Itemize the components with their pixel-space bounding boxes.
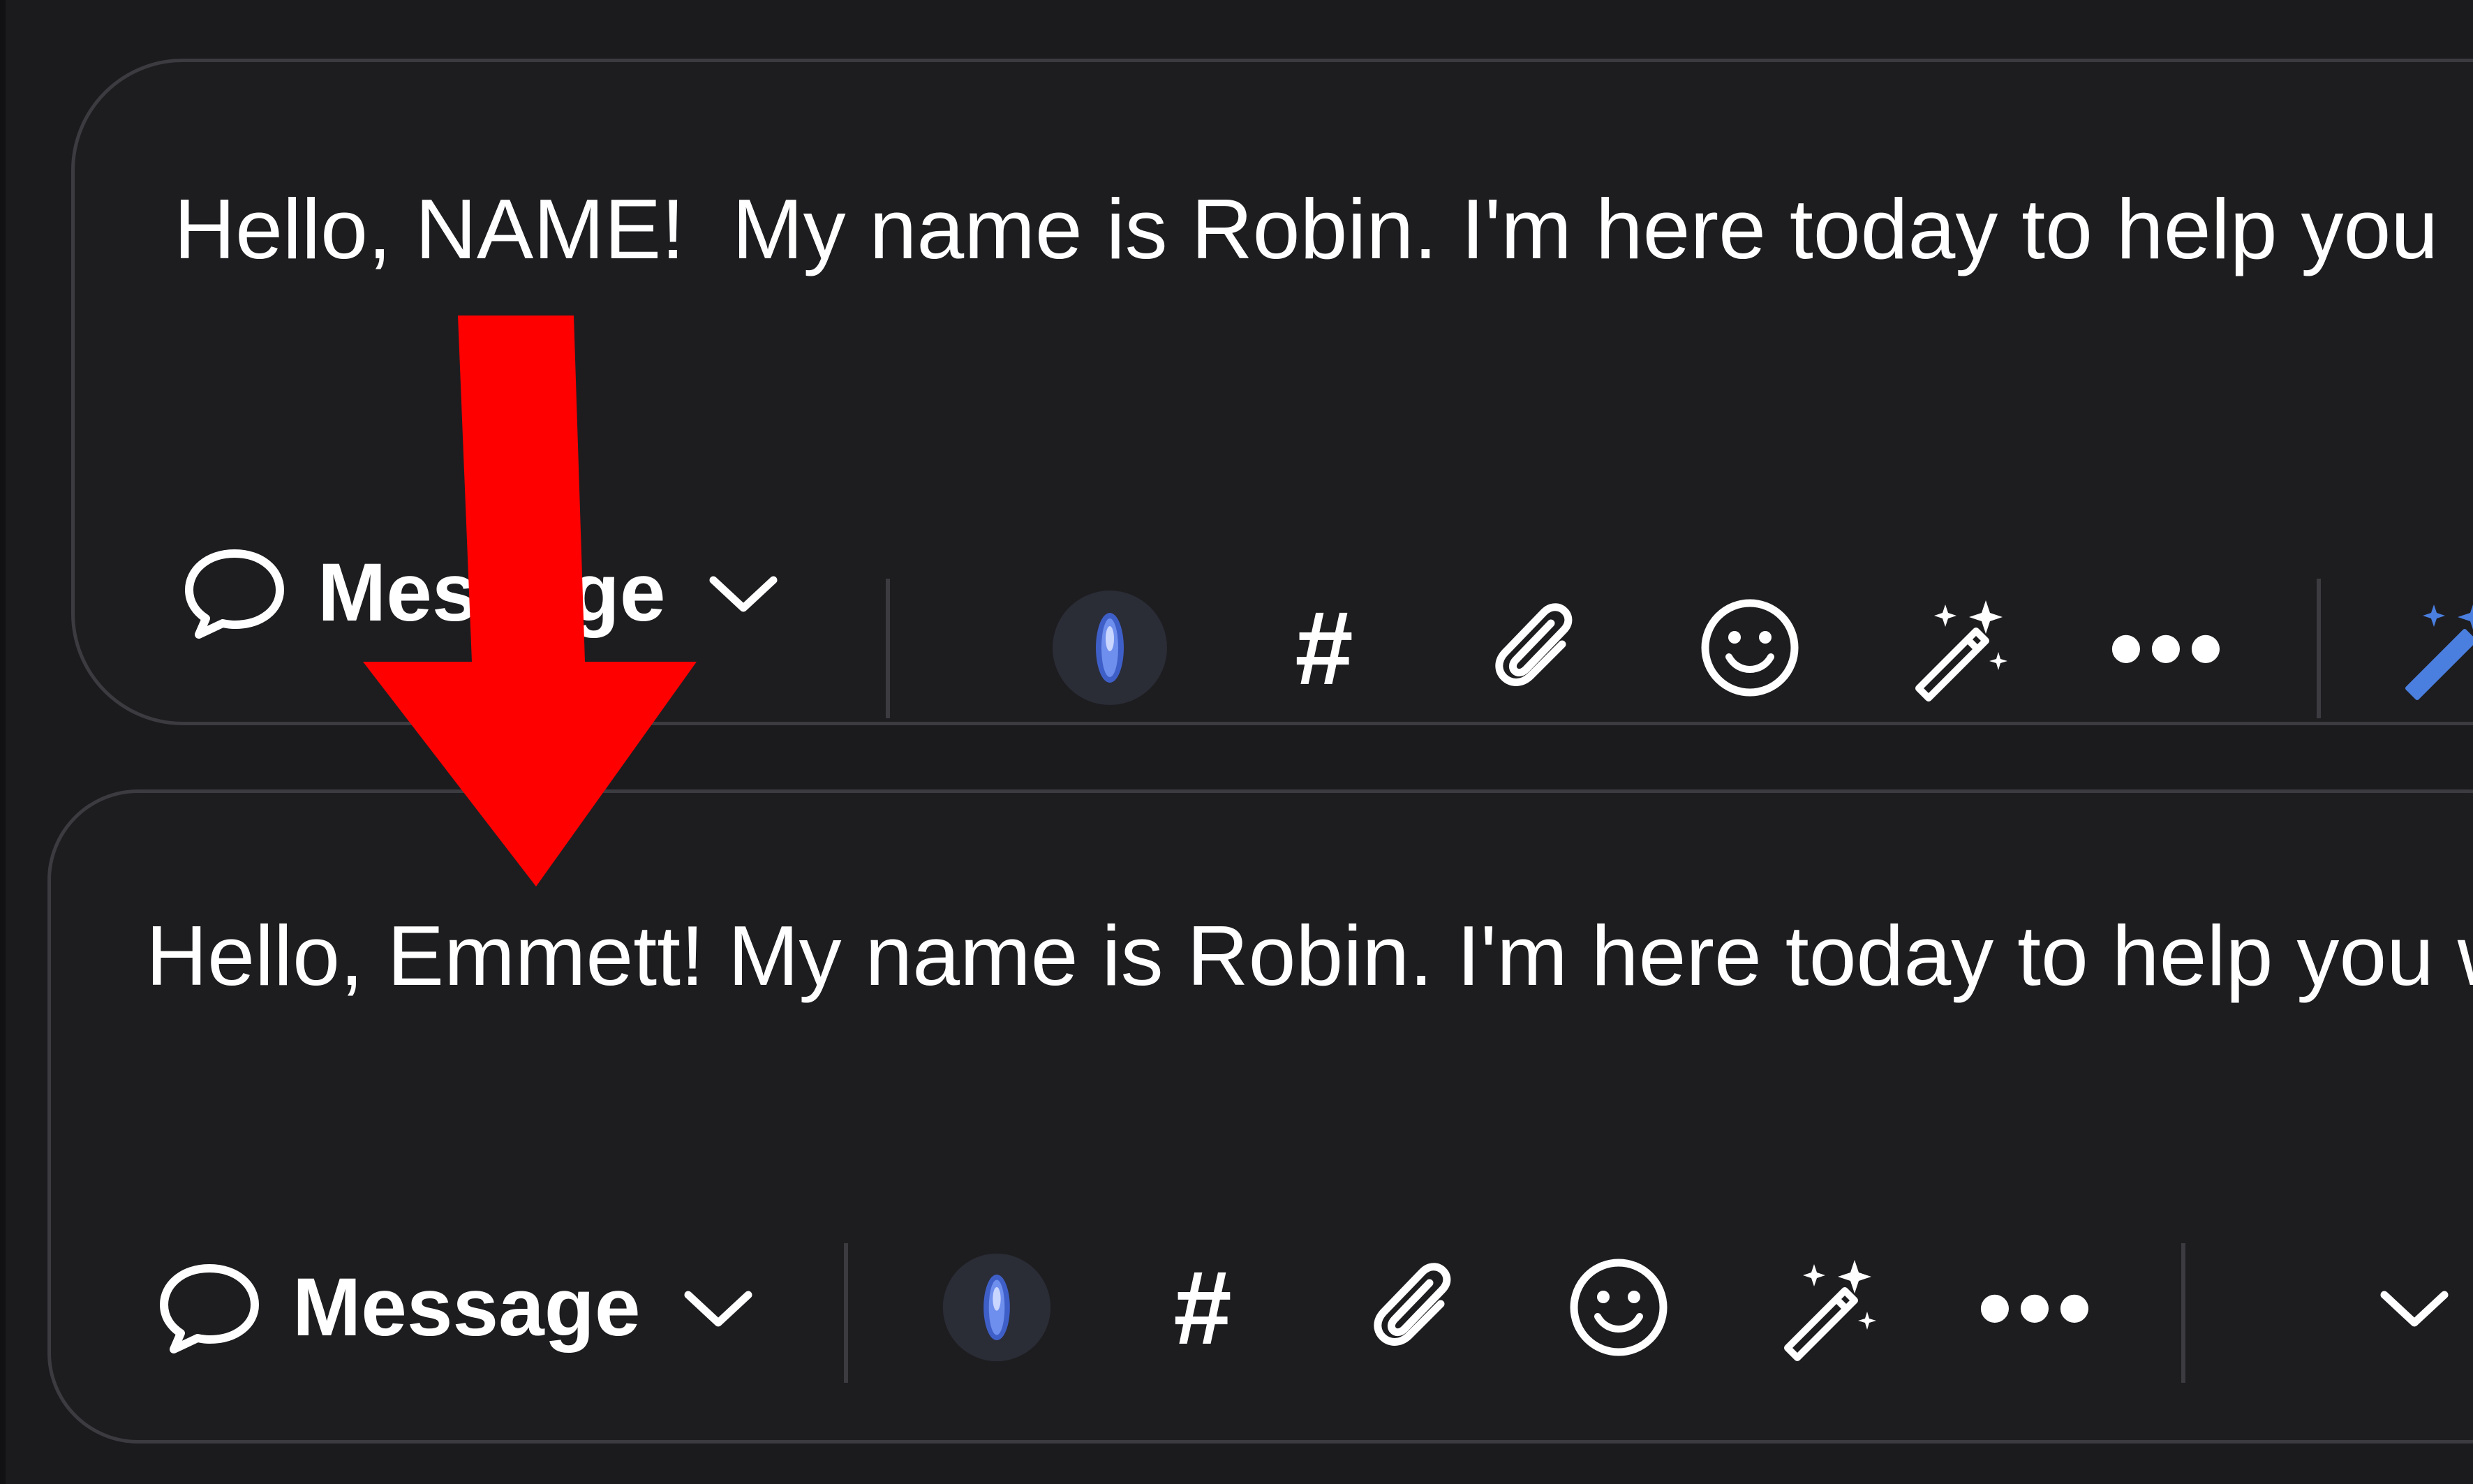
composer-before: Hello, NAME! My name is Robin. I'm here … (71, 59, 2473, 725)
ai-orb-icon (1053, 591, 1167, 705)
ai-assist-button[interactable] (1050, 588, 1169, 707)
toolbar-divider (844, 1243, 848, 1383)
toolbar-divider (2181, 1243, 2185, 1383)
magic-wand-icon (1915, 600, 2007, 702)
ai-orb-icon (942, 1253, 1051, 1362)
hashtag-button[interactable]: # (1261, 588, 1387, 707)
message-mode-label: Message (292, 1261, 641, 1353)
hashtag-icon: # (1173, 1249, 1232, 1366)
toolbar-divider (886, 579, 890, 718)
more-icon: ••• (1977, 1252, 2097, 1362)
composer-toolbar: Message # ••• (51, 793, 2473, 1440)
composer-toolbar: Message # ••• (75, 62, 2473, 722)
chevron-down-icon (709, 576, 778, 612)
smiley-icon (1701, 599, 1799, 697)
magic-wand-icon (1784, 1260, 1876, 1361)
ai-assist-button[interactable] (937, 1248, 1056, 1367)
chat-bubble-icon (185, 549, 284, 639)
ai-compose-button[interactable] (2392, 588, 2473, 707)
hashtag-button[interactable]: # (1140, 1248, 1265, 1367)
window-edge (0, 0, 6, 1484)
attach-button[interactable] (1349, 1248, 1475, 1367)
emoji-button[interactable] (1687, 588, 1813, 707)
composer-after: Hello, Emmett! My name is Robin. I'm her… (47, 789, 2473, 1444)
hashtag-icon: # (1295, 589, 1353, 706)
magic-wand-icon (2405, 604, 2473, 700)
message-mode-label: Message (318, 547, 666, 639)
magic-wand-button[interactable] (1765, 1248, 1891, 1367)
chevron-down-icon (684, 1291, 752, 1327)
chevron-down-icon (2380, 1291, 2449, 1327)
paperclip-icon (1374, 1263, 1451, 1346)
message-mode-dropdown[interactable]: Message (157, 1238, 757, 1377)
magic-wand-button[interactable] (1896, 588, 2022, 707)
more-options-button[interactable]: ••• (2106, 588, 2231, 707)
more-icon: ••• (2109, 593, 2229, 702)
smiley-icon (1570, 1259, 1668, 1356)
more-options-button[interactable]: ••• (1975, 1248, 2100, 1367)
attach-button[interactable] (1471, 588, 1596, 707)
toolbar-divider (2317, 579, 2321, 718)
chat-bubble-icon (160, 1264, 259, 1353)
message-mode-dropdown[interactable]: Message (182, 523, 782, 662)
emoji-button[interactable] (1556, 1248, 1681, 1367)
paperclip-icon (1495, 603, 1573, 686)
expand-options-button[interactable] (2359, 1248, 2470, 1367)
